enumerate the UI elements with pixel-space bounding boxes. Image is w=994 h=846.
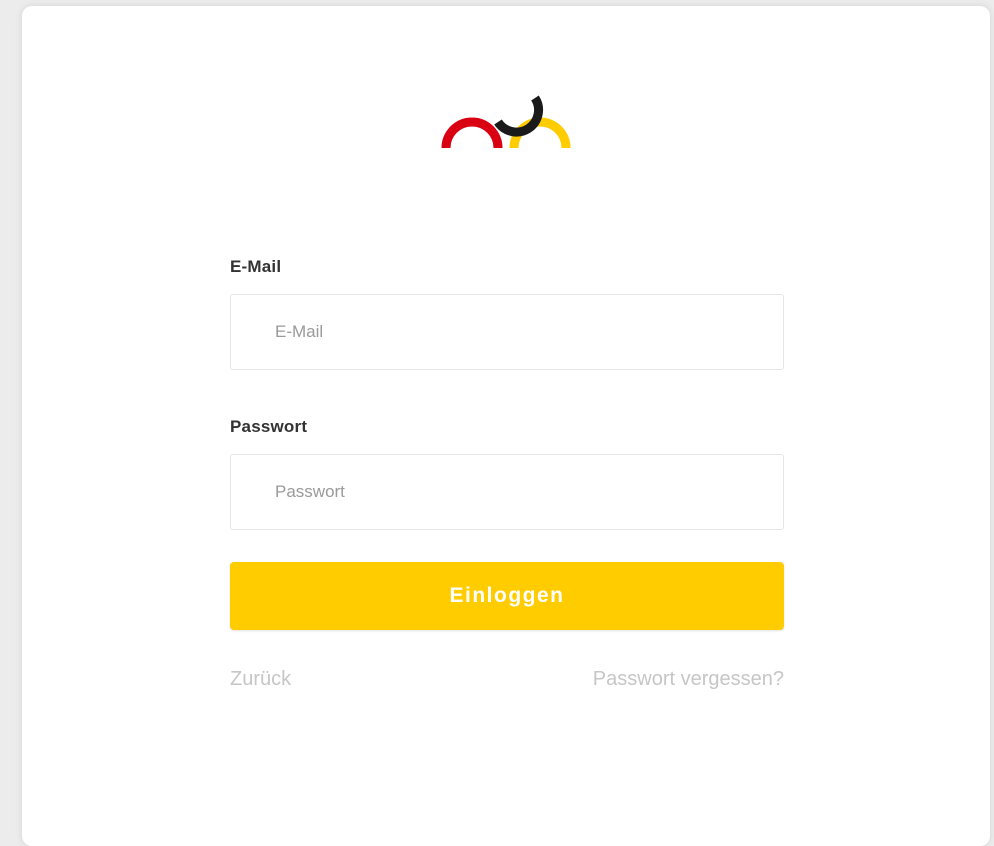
- login-form: E-Mail Passwort Einloggen Zurück Passwor…: [230, 256, 784, 691]
- password-label: Passwort: [230, 417, 308, 436]
- email-label: E-Mail: [230, 257, 282, 276]
- brand-logo-icon: [441, 95, 571, 149]
- password-input[interactable]: [230, 454, 784, 530]
- email-group: E-Mail: [230, 256, 784, 370]
- password-group: Passwort: [230, 416, 784, 530]
- form-links: Zurück Passwort vergessen?: [230, 668, 784, 691]
- forgot-password-link[interactable]: Passwort vergessen?: [593, 668, 784, 691]
- back-link[interactable]: Zurück: [230, 668, 291, 691]
- login-button[interactable]: Einloggen: [230, 562, 784, 630]
- email-input[interactable]: [230, 294, 784, 370]
- login-card: E-Mail Passwort Einloggen Zurück Passwor…: [22, 6, 990, 846]
- logo-red-arc: [441, 117, 503, 149]
